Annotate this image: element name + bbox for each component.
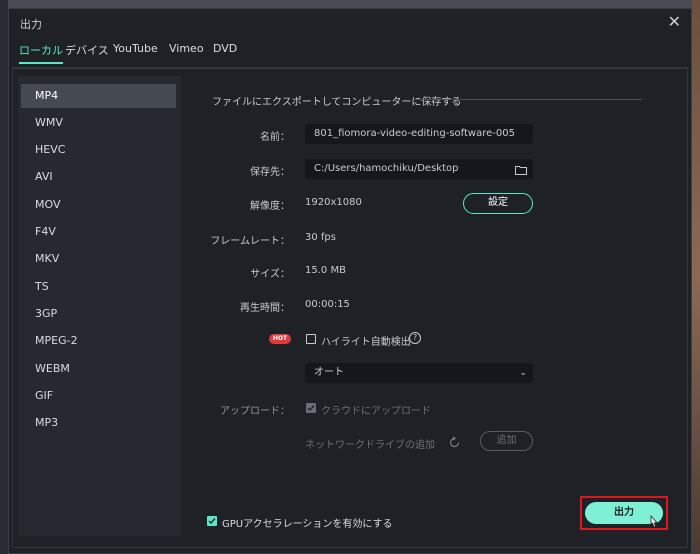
- background-left: [0, 0, 8, 554]
- save-location-input[interactable]: C:/Users/hamochiku/Desktop: [305, 159, 533, 179]
- upload-label: アップロード：: [220, 406, 290, 417]
- format-label: AVI: [35, 170, 53, 183]
- gpu-checkbox[interactable]: [207, 516, 217, 526]
- format-label: MOV: [35, 198, 61, 211]
- format-label: WEBM: [35, 362, 70, 375]
- format-item-mp3[interactable]: MP3: [21, 411, 176, 435]
- format-label: WMV: [35, 116, 63, 129]
- dialog-title: 出力: [20, 18, 42, 31]
- network-drive-label: ネットワークドライブの追加: [305, 440, 435, 451]
- duration-value: 00:00:15: [305, 299, 350, 310]
- tab-dvd[interactable]: DVD: [213, 42, 237, 55]
- format-item-webm[interactable]: WEBM: [21, 357, 176, 381]
- format-item-hevc[interactable]: HEVC: [21, 138, 176, 162]
- framerate-label: フレームレート：: [210, 236, 290, 247]
- cursor-icon: [648, 514, 660, 528]
- help-icon-glyph: ?: [412, 333, 418, 342]
- name-input[interactable]: 801_fiomora-video-editing-software-005: [305, 124, 533, 144]
- gpu-label: GPUアクセラレーションを有効にする: [222, 519, 393, 530]
- tab-device[interactable]: デバイス: [65, 42, 109, 58]
- format-item-mkv[interactable]: MKV: [21, 247, 176, 271]
- folder-icon[interactable]: [515, 163, 527, 175]
- format-label: MP3: [35, 416, 59, 429]
- tab-youtube-label: YouTube: [113, 42, 158, 55]
- resolution-label: 解像度：: [250, 201, 290, 212]
- tab-youtube[interactable]: YouTube: [113, 42, 158, 55]
- tab-vimeo-label: Vimeo: [169, 42, 204, 55]
- format-item-f4v[interactable]: F4V: [21, 220, 176, 244]
- auto-select-value: オート: [314, 367, 344, 378]
- cloud-upload-label: クラウドにアップロード: [321, 406, 431, 417]
- format-label: 3GP: [35, 307, 58, 320]
- chevron-down-icon: ⌄: [519, 368, 527, 378]
- refresh-icon: [448, 434, 461, 448]
- help-icon[interactable]: ?: [409, 332, 421, 344]
- tab-local[interactable]: ローカル: [19, 42, 63, 64]
- save-location-value: C:/Users/hamochiku/Desktop: [314, 163, 459, 174]
- format-label: TS: [35, 280, 49, 293]
- auto-select[interactable]: オート ⌄: [305, 363, 533, 383]
- export-button-highlight: 出力: [580, 496, 668, 530]
- background-right: [692, 0, 700, 554]
- resolution-value: 1920x1080: [305, 197, 362, 208]
- hot-badge: HOT: [269, 334, 291, 344]
- format-item-3gp[interactable]: 3GP: [21, 302, 176, 326]
- name-label: 名前：: [260, 132, 290, 143]
- save-location-label: 保存先：: [250, 167, 290, 178]
- size-value: 15.0 MB: [305, 265, 346, 276]
- tab-active-indicator: [19, 62, 63, 64]
- format-label: F4V: [35, 225, 56, 238]
- highlight-checkbox[interactable]: [306, 334, 316, 344]
- add-network-button: 追加: [480, 431, 533, 451]
- format-list: MP4 WMV HEVC AVI MOV F4V MKV TS 3GP MPEG…: [18, 76, 181, 536]
- format-item-gif[interactable]: GIF: [21, 384, 176, 408]
- section-title: ファイルにエクスポートしてコンピューターに保存する: [212, 97, 462, 108]
- tab-local-label: ローカル: [19, 44, 63, 57]
- format-item-wmv[interactable]: WMV: [21, 111, 176, 135]
- framerate-value: 30 fps: [305, 232, 336, 243]
- format-label: MKV: [35, 252, 60, 265]
- section-divider: [414, 99, 642, 100]
- settings-button[interactable]: 設定: [463, 193, 533, 214]
- tab-dvd-label: DVD: [213, 42, 238, 55]
- format-item-mp4[interactable]: MP4: [21, 84, 176, 108]
- format-item-mov[interactable]: MOV: [21, 193, 176, 217]
- format-label: GIF: [35, 389, 54, 402]
- format-label: MPEG-2: [35, 334, 78, 347]
- format-item-avi[interactable]: AVI: [21, 165, 176, 189]
- highlight-label: ハイライト自動検出: [321, 337, 411, 348]
- size-label: サイズ：: [250, 269, 290, 280]
- tab-vimeo[interactable]: Vimeo: [169, 42, 204, 55]
- format-label: HEVC: [35, 143, 66, 156]
- format-label: MP4: [35, 89, 59, 102]
- format-item-ts[interactable]: TS: [21, 275, 176, 299]
- background-top: [0, 0, 700, 8]
- cloud-upload-checkbox: [306, 403, 316, 413]
- format-item-mpeg2[interactable]: MPEG-2: [21, 329, 176, 353]
- duration-label: 再生時間：: [240, 303, 290, 314]
- title-bar: 出力 ✕: [9, 9, 691, 37]
- tab-device-label: デバイス: [65, 44, 109, 57]
- close-icon[interactable]: ✕: [668, 13, 681, 31]
